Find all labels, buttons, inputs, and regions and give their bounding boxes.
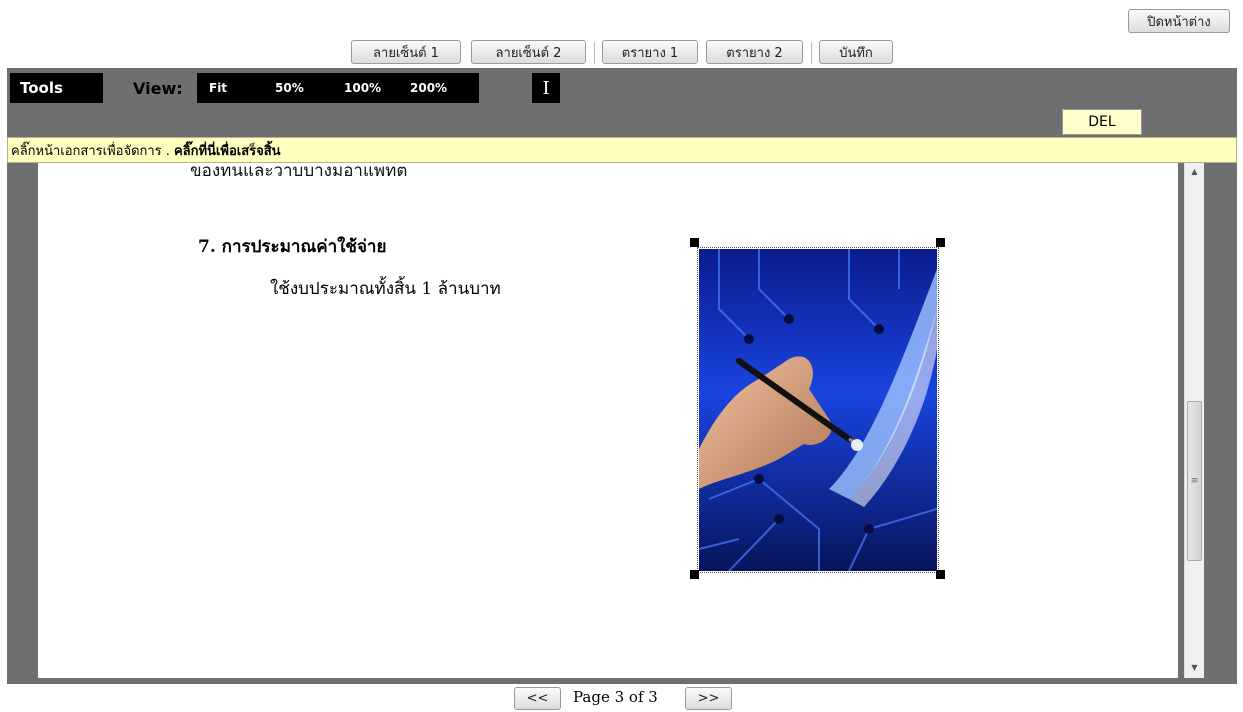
signature-2-button[interactable]: ลายเซ็นต์ 2 [471,40,586,64]
clipped-text-line: ของทนและวาบบางมอาแพทต [190,163,408,181]
scroll-down-arrow-icon[interactable]: ▼ [1185,659,1204,676]
resize-handle-bottom-right[interactable] [936,570,945,579]
stamp-1-button[interactable]: ตรายาง 1 [602,40,698,64]
scroll-up-arrow-icon[interactable]: ▲ [1185,163,1204,180]
budget-text: ใช้งบประมาณทั้งสิ้น 1 ล้านบาท [270,279,501,299]
stamp-2-button[interactable]: ตรายาง 2 [706,40,803,64]
next-page-button[interactable]: >> [685,687,732,710]
previous-page-button[interactable]: << [514,687,561,710]
resize-handle-top-left[interactable] [690,238,699,247]
view-label: View: [133,78,183,98]
scroll-thumb[interactable]: ≡ [1187,401,1202,561]
text-cursor-icon[interactable]: I [532,73,560,103]
page-indicator: Page 3 of 3 [573,688,658,706]
toolbar-separator [594,42,595,64]
document-viewer: Tools View: Fit 50% 100% 200% I DEL คลิ๊… [7,68,1237,684]
document-page[interactable]: ของทนและวาบบางมอาแพทต 7. การประมาณค่าใช้… [38,163,1178,678]
instruction-text: คลิ๊กหน้าเอกสารเพื่อจัดการ . [11,143,170,159]
toolbar-separator [811,42,812,64]
view-100-option[interactable]: 100% [344,73,381,103]
view-fit-option[interactable]: Fit [209,73,227,103]
tools-menu[interactable]: Tools [10,73,103,103]
delete-button[interactable]: DEL [1062,109,1142,135]
instruction-bar: คลิ๊กหน้าเอกสารเพื่อจัดการ . คลิ๊กที่นี่… [7,137,1237,163]
view-200-option[interactable]: 200% [410,73,447,103]
save-button[interactable]: บันทึก [819,40,893,64]
close-window-button[interactable]: ปิดหน้าต่าง [1128,9,1230,33]
view-50-option[interactable]: 50% [275,73,304,103]
signature-1-button[interactable]: ลายเซ็นต์ 1 [351,40,461,64]
view-options-bar: Fit 50% 100% 200% [197,73,479,103]
vertical-scrollbar[interactable]: ▲ ≡ ▼ [1184,163,1204,678]
selected-image-frame[interactable] [690,238,945,579]
finish-link[interactable]: คลิ๊กที่นี่เพื่อเสร็จสิ้น [174,140,281,161]
resize-handle-top-right[interactable] [936,238,945,247]
resize-handle-bottom-left[interactable] [690,570,699,579]
hand-with-pen-digital-circuit-image [699,249,937,571]
section-heading: 7. การประมาณค่าใช้จ่าย [198,237,387,257]
